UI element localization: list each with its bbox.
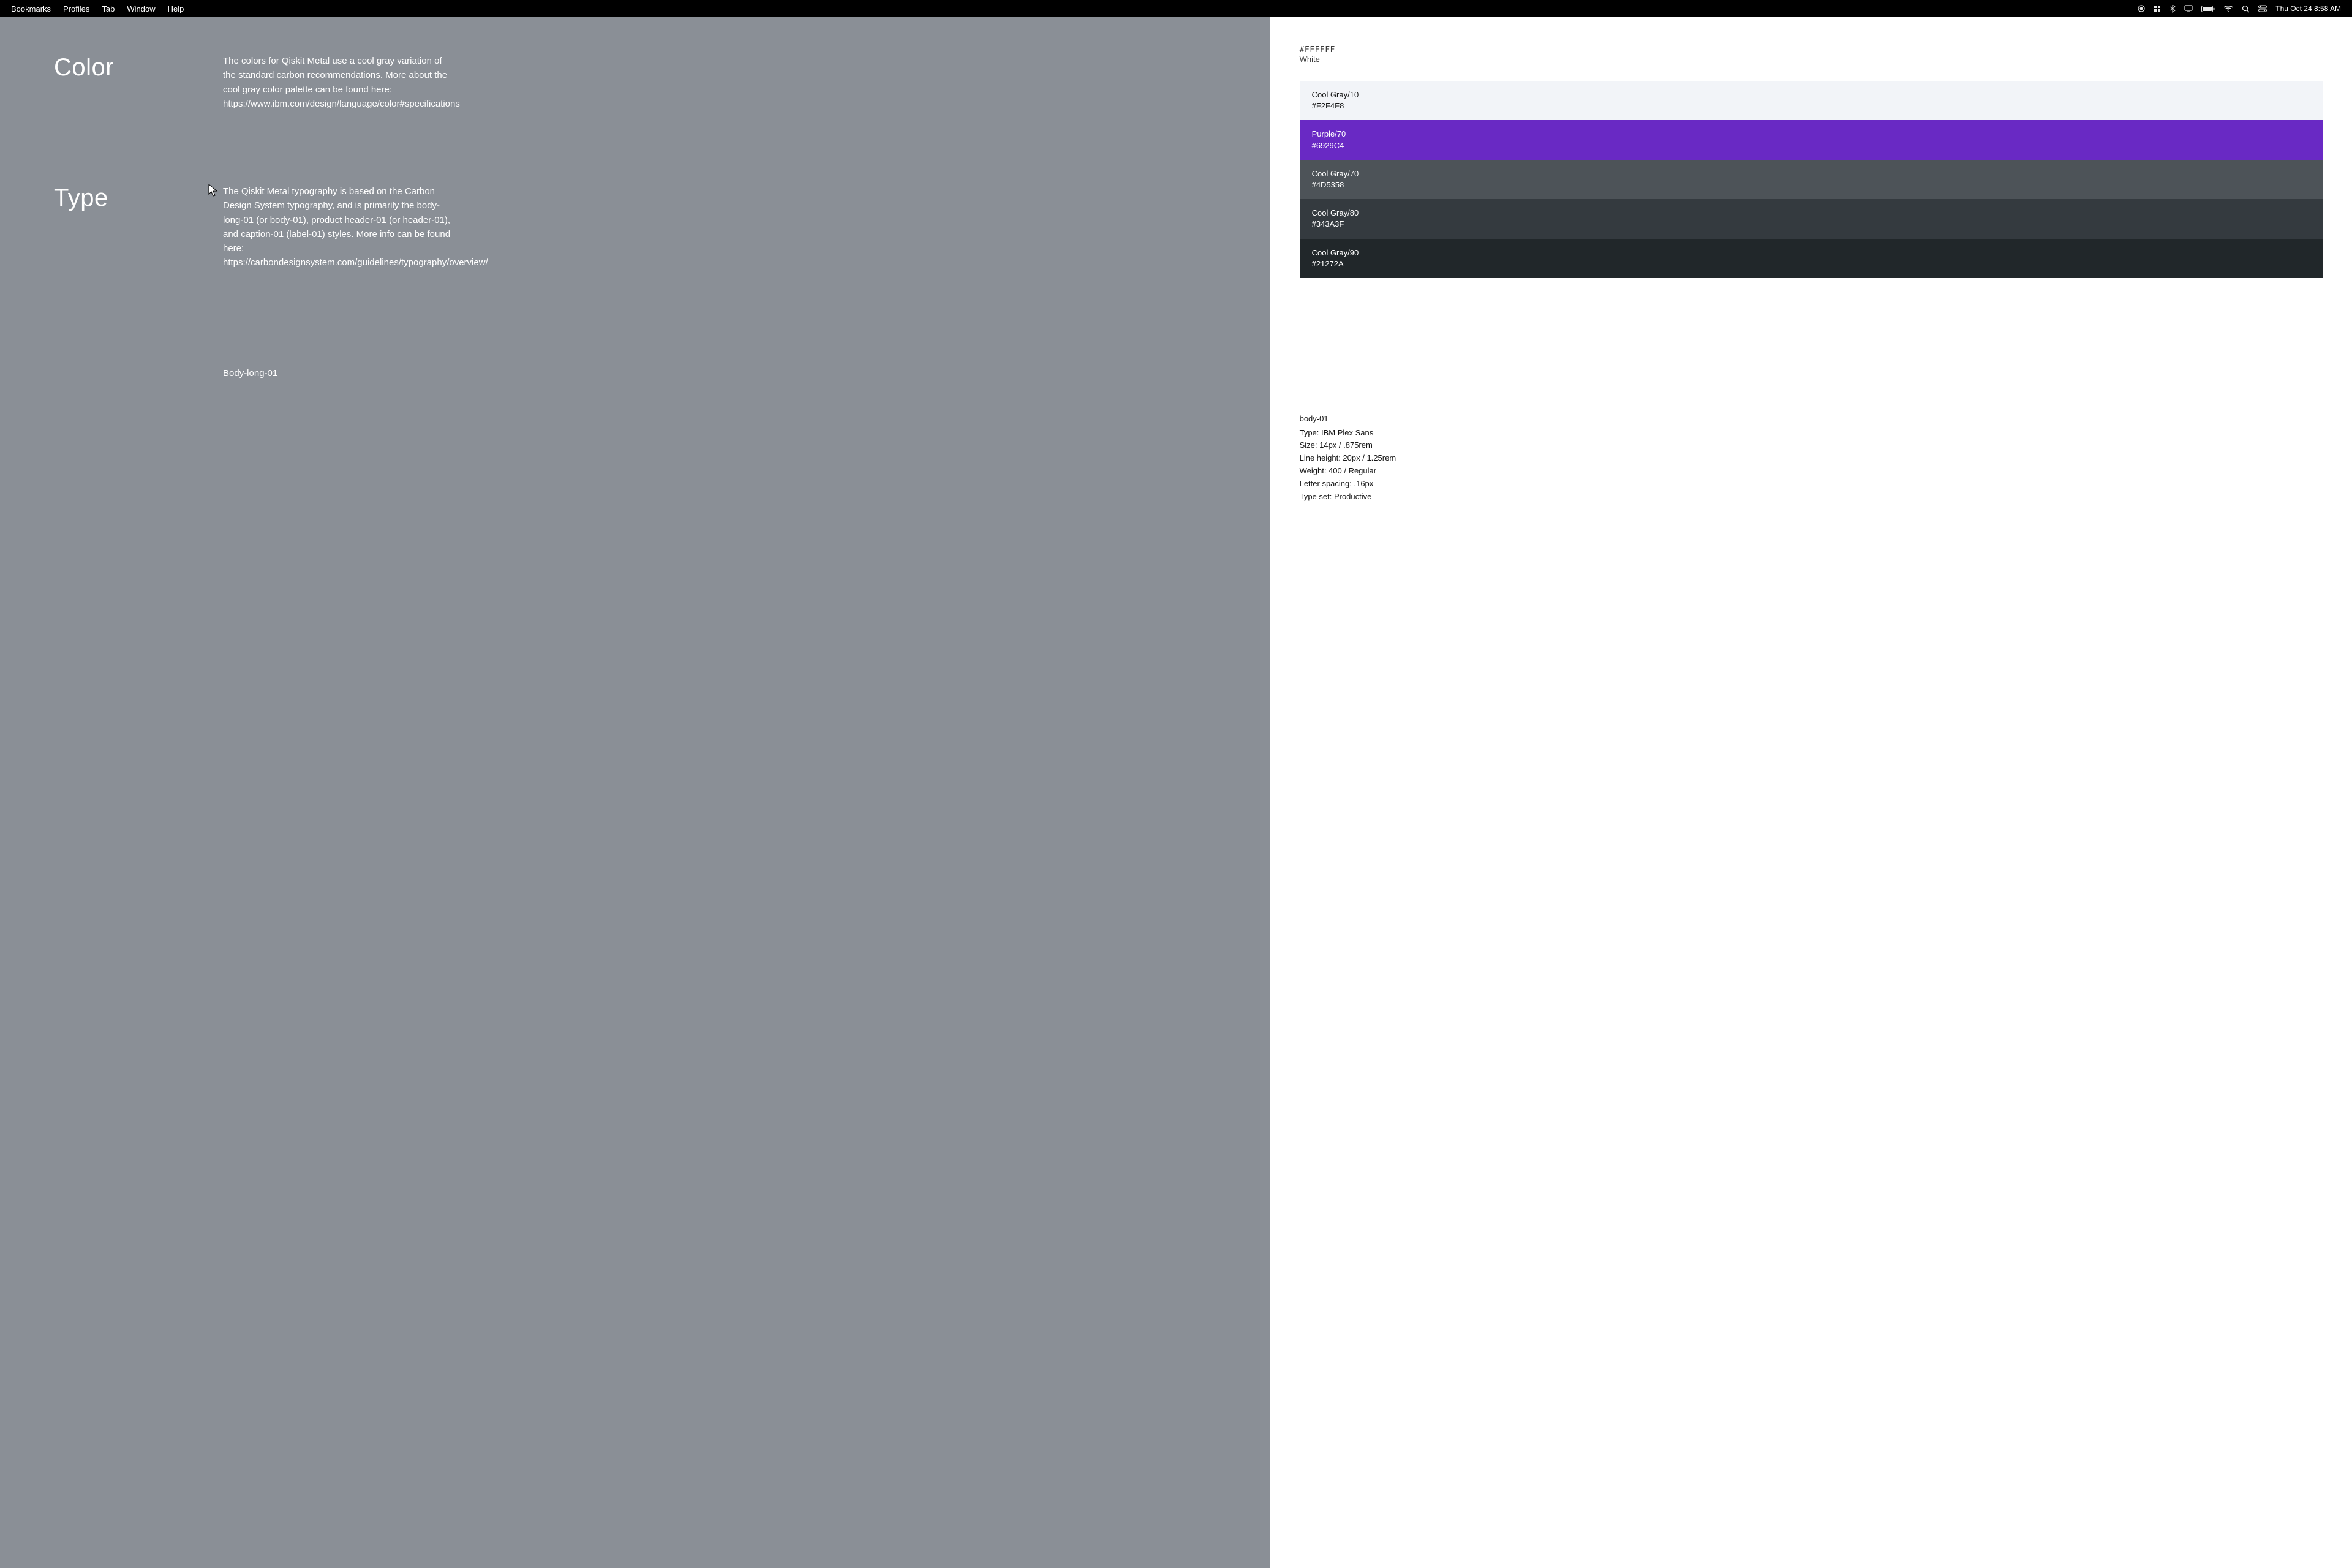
menu-tab[interactable]: Tab: [102, 4, 115, 13]
grid-icon[interactable]: [2154, 5, 2161, 12]
color-section: Color The colors for Qiskit Metal use a …: [54, 54, 1226, 111]
swatch-name: Cool Gray/10: [1312, 89, 2310, 100]
type-spec-name: body-01: [1300, 413, 2323, 426]
swatch-name: Purple/70: [1312, 129, 2310, 140]
menubar-left: Bookmarks Profiles Tab Window Help: [11, 4, 184, 13]
type-spec-line: Letter spacing: .16px: [1300, 478, 2323, 491]
control-center-icon[interactable]: [2258, 5, 2267, 12]
menu-help[interactable]: Help: [168, 4, 184, 13]
type-spec-line: Size: 14px / .875rem: [1300, 439, 2323, 452]
type-spec-block: body-01 Type: IBM Plex Sans Size: 14px /…: [1300, 413, 2323, 503]
battery-icon[interactable]: [2201, 6, 2215, 12]
menu-window[interactable]: Window: [127, 4, 155, 13]
search-icon[interactable]: [2242, 5, 2250, 13]
display-icon[interactable]: [2184, 5, 2193, 12]
swatch-hex: #343A3F: [1312, 219, 2310, 230]
swatch-name: Cool Gray/80: [1312, 208, 2310, 219]
swatch-hex: #4D5358: [1312, 179, 2310, 190]
type-spec-line: Weight: 400 / Regular: [1300, 465, 2323, 478]
swatch-intro-name: White: [1300, 55, 2323, 64]
swatch-hex: #F2F4F8: [1312, 100, 2310, 111]
type-description: The Qiskit Metal typography is based on …: [223, 184, 456, 270]
app-window: Color The colors for Qiskit Metal use a …: [0, 17, 2352, 1568]
wifi-icon[interactable]: [2223, 5, 2233, 12]
menubar-clock[interactable]: Thu Oct 24 8:58 AM: [2275, 4, 2341, 13]
swatch-hex: #21272A: [1312, 258, 2310, 270]
menubar-status: Thu Oct 24 8:58 AM: [2138, 4, 2341, 13]
type-section: Type The Qiskit Metal typography is base…: [54, 184, 1226, 379]
type-heading: Type: [54, 184, 189, 379]
swatch-name: Cool Gray/90: [1312, 247, 2310, 258]
menu-profiles[interactable]: Profiles: [63, 4, 89, 13]
swatch-list: Cool Gray/10 #F2F4F8 Purple/70 #6929C4 C…: [1300, 81, 2323, 278]
color-heading: Color: [54, 54, 189, 111]
swatch-purple-70: Purple/70 #6929C4: [1300, 120, 2323, 159]
type-spec-line: Type: IBM Plex Sans: [1300, 427, 2323, 440]
macos-menubar: Bookmarks Profiles Tab Window Help Thu: [0, 0, 2352, 17]
type-spec-line: Line height: 20px / 1.25rem: [1300, 452, 2323, 465]
right-pane: #FFFFFF White Cool Gray/10 #F2F4F8 Purpl…: [1270, 17, 2352, 1568]
color-description: The colors for Qiskit Metal use a cool g…: [223, 54, 456, 111]
swatch-intro-hex: #FFFFFF: [1300, 45, 2323, 55]
left-pane: Color The colors for Qiskit Metal use a …: [0, 17, 1270, 1568]
swatch-cool-gray-70: Cool Gray/70 #4D5358: [1300, 160, 2323, 199]
type-subhead: Body-long-01: [223, 368, 1226, 379]
swatch-cool-gray-10: Cool Gray/10 #F2F4F8: [1300, 81, 2323, 120]
swatch-name: Cool Gray/70: [1312, 168, 2310, 179]
swatch-intro: #FFFFFF White: [1300, 45, 2323, 64]
type-spec-line: Type set: Productive: [1300, 491, 2323, 503]
swatch-hex: #6929C4: [1312, 140, 2310, 151]
record-icon[interactable]: [2138, 5, 2145, 12]
menu-bookmarks[interactable]: Bookmarks: [11, 4, 51, 13]
swatch-cool-gray-90: Cool Gray/90 #21272A: [1300, 239, 2323, 278]
bluetooth-icon[interactable]: [2169, 4, 2176, 13]
swatch-cool-gray-80: Cool Gray/80 #343A3F: [1300, 199, 2323, 238]
